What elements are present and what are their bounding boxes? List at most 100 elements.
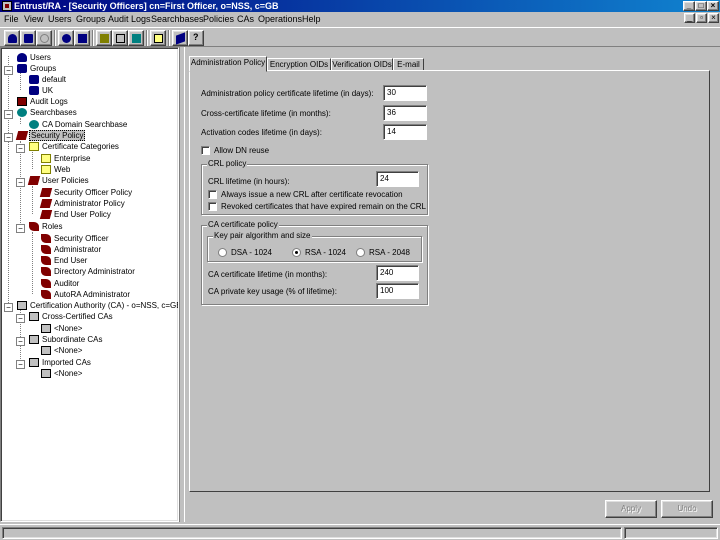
groups-icon[interactable] [20,30,36,46]
menu-groups[interactable]: Groups [76,14,106,24]
role-icon [41,245,51,254]
ca-certificate-policy-label: CA certificate policy [207,220,279,230]
collapse-icon[interactable]: − [16,178,25,187]
cross-cert-lifetime-field[interactable]: 36 [383,105,427,121]
cross-cert-lifetime-label: Cross-certificate lifetime (in months): [201,109,331,118]
cert-icon [41,165,51,174]
users-icon[interactable] [74,30,90,46]
collapse-icon[interactable]: − [4,133,13,142]
ca-cert-lifetime-field[interactable]: 240 [376,265,419,281]
collapse-icon[interactable]: − [4,110,13,119]
allow-dn-reuse-label: Allow DN reuse [214,146,270,155]
collapse-icon[interactable]: − [16,314,25,323]
group-icon [29,75,39,84]
mdi-restore-icon[interactable]: ▫ [696,13,707,23]
role-icon [29,222,39,231]
tree-view[interactable]: Users − Groups default UK Audit Logs − S… [0,47,179,522]
cert-icon[interactable] [96,30,112,46]
ca-cert-lifetime-label: CA certificate lifetime (in months): [208,270,328,279]
administration-policy-panel: Administration policy certificate lifeti… [189,70,710,492]
collapse-icon[interactable]: − [16,144,25,153]
admin-cert-lifetime-field[interactable]: 30 [383,85,427,101]
properties-icon[interactable] [128,30,144,46]
menu-bar: File View Users Groups Audit Logs Search… [0,12,720,26]
always-issue-crl-checkbox[interactable] [208,190,217,199]
rsa-2048-label: RSA - 2048 [369,248,410,257]
admin-cert-lifetime-label: Administration policy certificate lifeti… [201,89,374,98]
group-icon [29,86,39,95]
ca-private-key-field[interactable]: 100 [376,283,419,299]
user-icon[interactable] [58,30,74,46]
minimize-icon[interactable]: _ [683,1,695,11]
lock-icon[interactable] [150,30,166,46]
revoked-expired-label: Revoked certificates that have expired r… [221,202,426,211]
menu-help[interactable]: Help [302,14,321,24]
menu-operations[interactable]: Operations [258,14,302,24]
activation-lifetime-field[interactable]: 14 [383,124,427,140]
maximize-icon[interactable]: □ [695,1,707,11]
role-icon [41,290,51,299]
crl-lifetime-label: CRL lifetime (in hours): [208,177,290,186]
role-icon [41,279,51,288]
tab-administration-policy[interactable]: Administration Policy [189,56,267,72]
status-bar [0,524,720,540]
disabled-icon[interactable] [36,30,52,46]
role-icon [41,256,51,265]
apply-button[interactable]: Apply [605,500,657,518]
dsa-1024-radio[interactable] [218,248,227,257]
pane-splitter[interactable] [179,47,185,522]
ca-icon [29,335,39,344]
dsa-1024-label: DSA - 1024 [231,248,272,257]
status-pane-secondary [624,527,718,539]
collapse-icon[interactable]: − [16,337,25,346]
toolbar: ? [0,27,720,47]
rsa-2048-radio[interactable] [356,248,365,257]
rsa-1024-label: RSA - 1024 [305,248,346,257]
menu-cas[interactable]: CAs [237,14,254,24]
policy-icon [15,131,29,140]
cert-icon [41,154,51,163]
role-icon [41,267,51,276]
ca-icon [41,346,51,355]
app-icon[interactable] [2,1,12,11]
collapse-icon[interactable]: − [16,360,25,369]
new-user-icon[interactable] [4,30,20,46]
help-icon[interactable]: ? [188,30,204,46]
revoked-expired-checkbox[interactable] [208,202,217,211]
ca-icon [41,369,51,378]
policy-icon [39,188,53,197]
menu-view[interactable]: View [24,14,43,24]
book-icon[interactable] [172,30,188,46]
ca-private-key-label: CA private key usage (% of lifetime): [208,287,337,296]
crl-policy-group: CRL policy CRL lifetime (in hours): 24 A… [201,159,428,215]
always-issue-crl-label: Always issue a new CRL after certificate… [221,190,403,199]
menu-users[interactable]: Users [48,14,72,24]
activation-lifetime-label: Activation codes lifetime (in days): [201,128,322,137]
tree-icon[interactable] [112,30,128,46]
menu-audit-logs[interactable]: Audit Logs [108,14,151,24]
key-pair-label: Key pair algorithm and size [213,231,312,241]
mdi-close-icon[interactable]: × [708,13,719,23]
window-title: Entrust/RA - [Security Officers] cn=Firs… [14,1,279,11]
mdi-minimize-icon[interactable]: _ [684,13,695,23]
search-icon [29,120,39,129]
search-icon [17,108,27,117]
crl-lifetime-field[interactable]: 24 [376,171,419,187]
allow-dn-reuse-checkbox[interactable] [201,146,210,155]
menu-file[interactable]: File [4,14,19,24]
menu-policies[interactable]: Policies [203,14,234,24]
close-icon[interactable]: × [707,1,719,11]
log-icon [17,97,27,106]
collapse-icon[interactable]: − [4,66,13,75]
collapse-icon[interactable]: − [16,224,25,233]
policy-icon [39,199,53,208]
undo-button[interactable]: Undo [661,500,713,518]
collapse-icon[interactable]: − [4,303,13,312]
menu-searchbases[interactable]: Searchbases [151,14,204,24]
rsa-1024-radio[interactable] [292,248,301,257]
key-pair-group: Key pair algorithm and size DSA - 1024 R… [207,231,422,262]
cert-icon [29,142,39,151]
group-icon [17,64,27,73]
crl-policy-label: CRL policy [207,159,248,169]
ca-icon [29,312,39,321]
